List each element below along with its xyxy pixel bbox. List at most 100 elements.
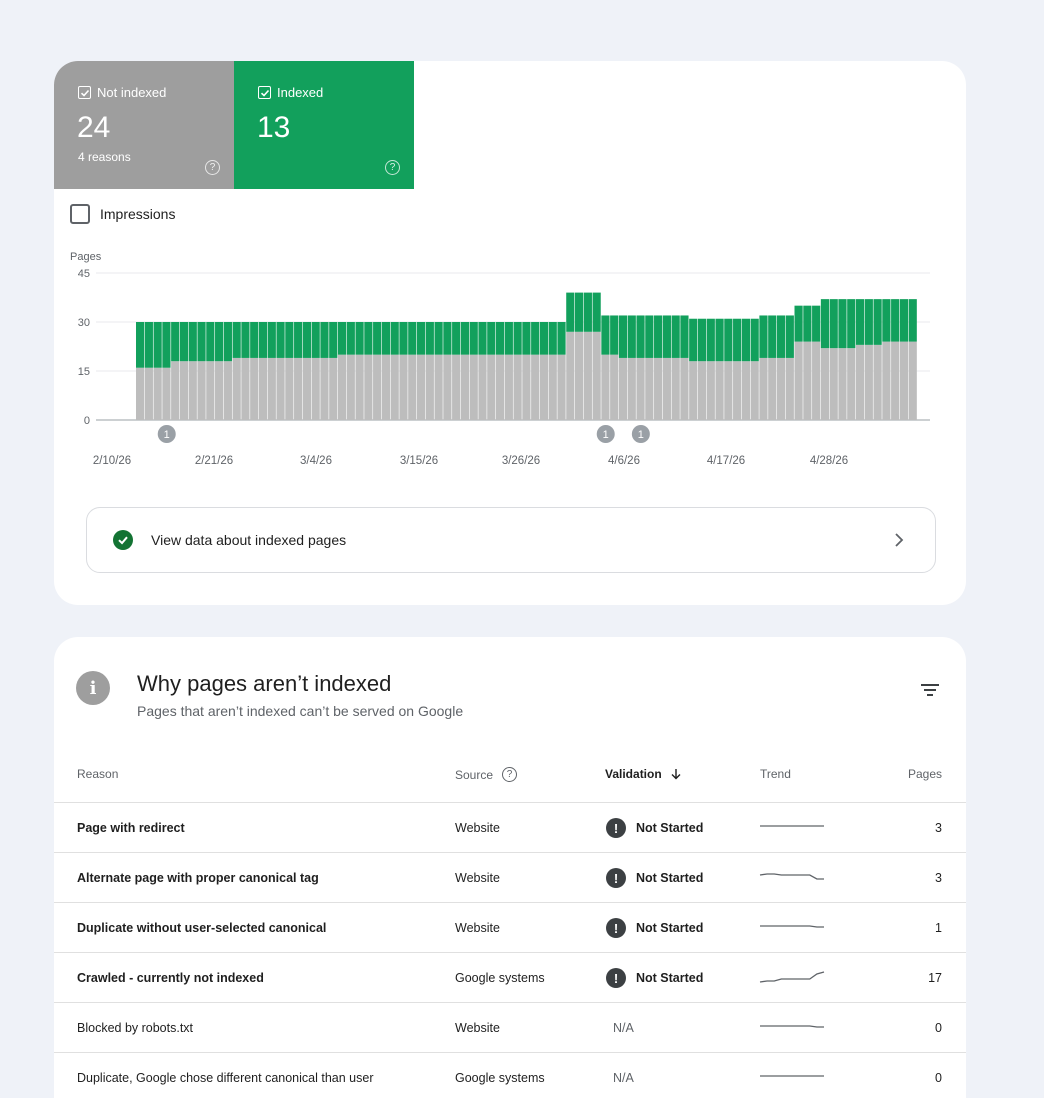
indexed-header: Indexed: [258, 85, 323, 100]
source-cell: Website: [455, 921, 500, 935]
bar-indexed: [768, 315, 777, 358]
source-cell: Website: [455, 821, 500, 835]
help-icon[interactable]: ?: [502, 767, 518, 782]
table-row[interactable]: Blocked by robots.txt Website N/A 0: [54, 1002, 966, 1052]
validation-status: Not Started: [636, 921, 704, 935]
checkbox-icon[interactable]: [78, 86, 91, 99]
bar-not-indexed: [776, 357, 786, 420]
bar-indexed: [847, 299, 856, 349]
not-indexed-count: 24: [77, 111, 111, 144]
bar-not-indexed: [601, 354, 610, 420]
bar-not-indexed: [812, 341, 821, 420]
bar-not-indexed: [276, 357, 285, 420]
filter-icon[interactable]: [920, 683, 940, 697]
table-row[interactable]: Crawled - currently not indexed Google sy…: [54, 952, 966, 1002]
bar-not-indexed: [416, 354, 426, 420]
bar-not-indexed: [636, 357, 645, 420]
bar-not-indexed: [724, 361, 733, 420]
reason-cell: Crawled - currently not indexed: [77, 971, 264, 985]
bar-not-indexed: [583, 331, 592, 420]
column-header-reason[interactable]: Reason: [77, 767, 118, 781]
bar-indexed: [346, 322, 355, 355]
bar-not-indexed: [803, 341, 812, 420]
column-header-pages[interactable]: Pages: [908, 767, 942, 781]
bar-not-indexed: [223, 361, 232, 420]
reason-cell: Alternate page with proper canonical tag: [77, 871, 319, 885]
bar-not-indexed: [504, 354, 513, 420]
bar-indexed: [381, 322, 391, 355]
bar-indexed: [478, 322, 487, 355]
pages-cell: 3: [935, 871, 942, 885]
bar-indexed: [548, 322, 557, 355]
bar-not-indexed: [689, 361, 698, 420]
bar-not-indexed: [390, 354, 399, 420]
help-icon[interactable]: ?: [385, 160, 400, 175]
reason-cell: Blocked by robots.txt: [77, 1021, 194, 1035]
y-tick-label: 45: [78, 268, 90, 280]
bar-indexed: [566, 292, 575, 332]
trend-line: [759, 873, 824, 880]
bar-not-indexed: [188, 361, 197, 420]
pages-cell: 0: [935, 1021, 942, 1035]
bar-not-indexed: [627, 357, 636, 420]
bar-indexed: [215, 322, 224, 362]
not-indexed-reasons: 4 reasons: [78, 150, 131, 164]
bar-indexed: [636, 315, 645, 358]
indexed-tile[interactable]: Indexed 13 ?: [234, 61, 414, 189]
bar-indexed: [364, 322, 373, 355]
bar-indexed: [706, 318, 715, 362]
bar-indexed: [179, 322, 189, 362]
bar-indexed: [899, 299, 909, 342]
x-tick-label: 4/6/26: [608, 455, 640, 467]
bar-not-indexed: [302, 357, 311, 420]
validation-status: Not Started: [636, 821, 704, 835]
bar-not-indexed: [680, 357, 689, 420]
bar-not-indexed: [539, 354, 549, 420]
bar-indexed: [680, 315, 689, 358]
bar-indexed: [355, 322, 364, 355]
validation-status: N/A: [613, 1021, 634, 1035]
table-row[interactable]: Alternate page with proper canonical tag…: [54, 852, 966, 902]
bar-not-indexed: [741, 361, 750, 420]
trend-line: [760, 1025, 824, 1028]
trend-sparkline: [760, 1025, 824, 1028]
bar-indexed: [539, 322, 549, 355]
warning-icon: !: [606, 868, 626, 888]
pages-cell: 3: [935, 821, 942, 835]
impressions-checkbox[interactable]: [70, 204, 90, 224]
bar-indexed: [654, 315, 663, 358]
validation-cell: N/A: [606, 1053, 634, 1098]
impressions-toggle[interactable]: Impressions: [70, 204, 175, 224]
bar-indexed: [337, 322, 347, 355]
view-indexed-pages-link[interactable]: View data about indexed pages: [86, 507, 936, 573]
column-header-validation[interactable]: Validation: [605, 767, 683, 781]
bar-not-indexed: [654, 357, 663, 420]
bar-not-indexed: [320, 357, 329, 420]
validation-cell: N/A: [606, 1003, 634, 1053]
bar-not-indexed: [873, 344, 882, 420]
bar-not-indexed: [592, 331, 601, 420]
help-icon[interactable]: ?: [205, 160, 220, 175]
y-tick-label: 30: [78, 317, 90, 329]
bar-not-indexed: [891, 341, 900, 420]
bar-not-indexed: [285, 357, 294, 420]
table-row[interactable]: Duplicate without user-selected canonica…: [54, 902, 966, 952]
column-header-source[interactable]: Source?: [455, 767, 518, 782]
pages-cell: 17: [928, 971, 942, 985]
not-indexed-tile[interactable]: Not indexed 24 4 reasons ?: [54, 61, 234, 189]
bar-not-indexed: [610, 354, 619, 420]
checkbox-icon[interactable]: [258, 86, 271, 99]
bar-not-indexed: [882, 341, 891, 420]
source-cell: Google systems: [455, 1071, 545, 1085]
bar-indexed: [399, 322, 408, 355]
bar-indexed: [311, 322, 320, 358]
bar-indexed: [794, 305, 803, 342]
table-row[interactable]: Page with redirect Website! Not Started 3: [54, 802, 966, 852]
bar-indexed: [495, 322, 505, 355]
annotation-label: 1: [638, 429, 644, 441]
table-row[interactable]: Duplicate, Google chose different canoni…: [54, 1052, 966, 1098]
bar-not-indexed: [434, 354, 443, 420]
bar-indexed: [697, 318, 707, 362]
bar-not-indexed: [715, 361, 724, 420]
bar-not-indexed: [364, 354, 373, 420]
